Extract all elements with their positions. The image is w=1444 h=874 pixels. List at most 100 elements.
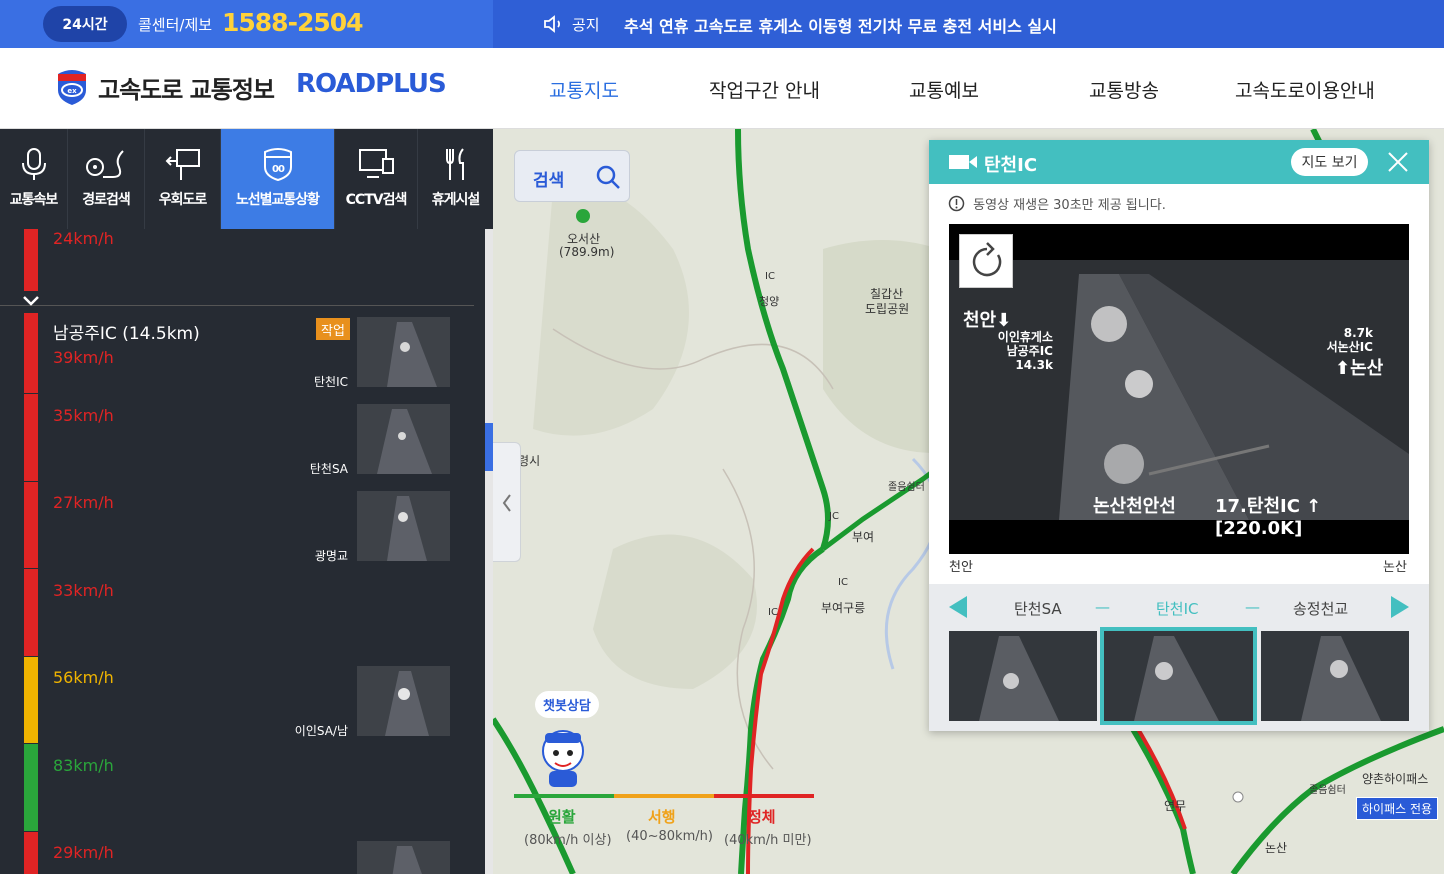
cctv-thumbnail[interactable]	[357, 491, 450, 561]
traffic-legend: 원활 서행 정체 (80km/h 이상) (40~80km/h) (40km/h…	[514, 794, 814, 874]
cctv-label[interactable]: 이인SA/남	[208, 722, 348, 739]
tab-rest-area[interactable]: 휴게시설	[418, 129, 493, 229]
cctv-monitor-icon	[359, 149, 394, 178]
map-search-box[interactable]: 검색	[514, 150, 630, 202]
cctv-label[interactable]: 탄천SA	[208, 460, 348, 477]
current-camera-thumbnail[interactable]	[1100, 627, 1257, 725]
svg-text:ex: ex	[67, 87, 77, 95]
tab-label: CCTV검색	[345, 192, 408, 208]
notice-text[interactable]: 추석 연휴 고속도로 휴게소 이동형 전기차 무료 충전 서비스 실시	[624, 13, 1057, 37]
speed-segment-bar	[24, 831, 38, 874]
chatbot-button[interactable]: 챗봇상담	[535, 691, 599, 718]
hipass-only-label: 하이패스 전용	[1356, 797, 1439, 820]
overlay-right-info: 8.7k 서논산IC	[1326, 326, 1373, 354]
map-label: 양촌하이패스	[1362, 772, 1429, 786]
tab-cctv-search[interactable]: CCTV검색	[335, 129, 418, 229]
search-icon[interactable]	[595, 164, 621, 190]
chevron-down-icon[interactable]	[22, 295, 40, 307]
map-label: 논산	[1265, 841, 1288, 855]
collapse-sidebar-button[interactable]	[493, 442, 521, 562]
speed-value: 83km/h	[53, 756, 114, 775]
current-camera-name[interactable]: 탄천IC	[1156, 598, 1199, 619]
nav-highway-guide[interactable]: 고속도로이용안내	[1235, 76, 1375, 103]
cctv-thumbnail[interactable]	[357, 317, 450, 387]
next-camera-name[interactable]: 송정천교	[1293, 598, 1348, 619]
speed-segment-bar	[24, 313, 38, 393]
refresh-button[interactable]	[959, 234, 1013, 288]
cctv-thumbnail[interactable]	[357, 404, 450, 474]
tab-label: 우회도로	[158, 192, 208, 208]
map-label: 부여구릉	[821, 601, 866, 615]
legend-slow: 서행	[648, 808, 676, 826]
nav-traffic-forecast[interactable]: 교통예보	[909, 76, 979, 103]
ic-title[interactable]: 남공주IC (14.5km)	[53, 319, 200, 344]
notice-area: 공지 추석 연휴 고속도로 휴게소 이동형 전기차 무료 충전 서비스 실시	[493, 0, 1444, 48]
tab-detour[interactable]: 우회도로	[145, 129, 221, 229]
tab-label: 교통속보	[9, 192, 59, 208]
speed-value: 56km/h	[53, 668, 114, 687]
tab-route-traffic[interactable]: 00 노선별교통상황	[221, 129, 335, 229]
cctv-header: 탄천IC 지도 보기	[929, 140, 1429, 184]
legend-slow-range: (40~80km/h)	[626, 829, 713, 844]
cctv-video[interactable]: 천안⬇ 이인휴게소 남공주IC 14.3k 8.7k 서논산IC ⬆논산 논산천…	[949, 224, 1409, 554]
direction-right: 논산	[1383, 560, 1407, 575]
map-label: 졸음쉼터	[1309, 785, 1346, 796]
map-label: IC	[838, 577, 848, 588]
speaker-icon	[544, 15, 561, 33]
tab-label: 휴게시설	[431, 192, 481, 208]
route-traffic-list[interactable]: 24km/h 남공주IC (14.5km) 작업 39km/h 탄천IC 35k…	[0, 229, 485, 874]
nav-traffic-broadcast[interactable]: 교통방송	[1089, 76, 1159, 103]
prev-camera-name[interactable]: 탄천SA	[1014, 598, 1062, 619]
logo-text-korean[interactable]: 고속도로 교통정보	[98, 70, 275, 105]
callcenter-area: 24시간 콜센터/제보 1588-2504	[0, 0, 493, 48]
tab-label: 노선별교통상황	[235, 192, 320, 208]
tab-label: 경로검색	[82, 192, 131, 208]
legend-congested-range: (40km/h 미만)	[724, 833, 812, 848]
tab-route-search[interactable]: 경로검색	[68, 129, 145, 229]
next-camera-thumbnail[interactable]	[1261, 631, 1409, 721]
cctv-label[interactable]: 광명교	[208, 547, 348, 564]
speed-segment-bar	[24, 656, 38, 743]
svg-text:00: 00	[272, 164, 285, 175]
map-search-label[interactable]: 검색	[533, 166, 564, 191]
work-zone-badge[interactable]: 작업	[316, 318, 350, 340]
callcenter-number[interactable]: 1588-2504	[222, 8, 364, 37]
nav-separator: —	[1095, 598, 1110, 616]
prev-camera-thumbnail[interactable]	[949, 631, 1097, 721]
cctv-label[interactable]: 탄천IC	[208, 373, 348, 390]
scrollbar-thumb[interactable]	[485, 423, 493, 471]
map-label: 연무	[1164, 799, 1187, 813]
overlay-route-name: 논산천안선	[1093, 496, 1176, 517]
speed-segment-bar	[24, 481, 38, 568]
detour-sign-icon	[165, 149, 200, 180]
mountain-icon	[576, 209, 590, 223]
overlay-right-direction: ⬆논산	[1335, 358, 1384, 379]
microphone-icon	[21, 148, 46, 180]
highway-logo-icon[interactable]: ex	[54, 68, 90, 106]
next-camera-arrow-icon[interactable]	[1391, 596, 1409, 618]
speed-segment-bar	[24, 393, 38, 481]
speed-segment-bar	[24, 743, 38, 831]
cctv-thumbnail[interactable]	[357, 841, 450, 874]
legend-bar-slow	[614, 794, 714, 798]
nav-work-zone[interactable]: 작업구간 안내	[709, 76, 820, 103]
legend-smooth-range: (80km/h 이상)	[524, 833, 612, 848]
refresh-icon	[972, 242, 1002, 277]
tab-traffic-news[interactable]: 교통속보	[0, 129, 68, 229]
prev-camera-arrow-icon[interactable]	[949, 596, 967, 618]
info-icon	[948, 195, 965, 212]
callcenter-label: 콜센터/제보	[138, 16, 213, 34]
video-notice: 동영상 재생은 30초만 제공 됩니다.	[948, 194, 1166, 213]
legend-bar-smooth	[514, 794, 614, 798]
video-notice-text: 동영상 재생은 30초만 제공 됩니다.	[973, 198, 1166, 213]
logo-text-english[interactable]: ROADPLUS	[296, 69, 447, 99]
cctv-thumbnail[interactable]	[357, 666, 450, 736]
close-icon[interactable]	[1387, 151, 1409, 173]
site-header: ex 고속도로 교통정보 ROADPLUS 교통지도 작업구간 안내 교통예보 …	[0, 48, 1444, 129]
chatbot-mascot-icon[interactable]	[535, 727, 591, 789]
speed-value: 24km/h	[53, 229, 114, 248]
speed-value: 35km/h	[53, 406, 114, 425]
sidebar-scrollbar[interactable]	[485, 229, 493, 874]
nav-traffic-map[interactable]: 교통지도	[549, 76, 619, 103]
map-view-button[interactable]: 지도 보기	[1291, 148, 1368, 176]
